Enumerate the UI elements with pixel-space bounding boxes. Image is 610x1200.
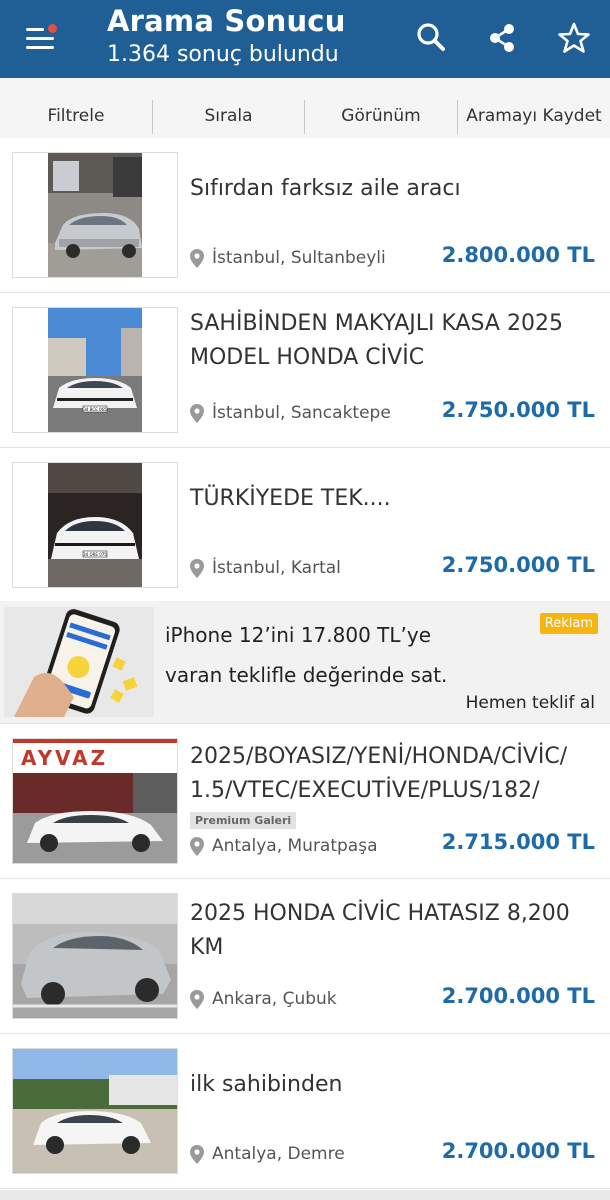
listing-location: Ankara, Çubuk: [190, 989, 337, 1009]
ad-badge: Reklam: [539, 613, 598, 634]
listing-thumbnail[interactable]: [12, 152, 178, 278]
listing-item[interactable]: 2025 HONDA CİVİC HATASIZ 8,200 KM Ankara…: [0, 879, 610, 1034]
listing-thumbnail[interactable]: [12, 1048, 178, 1174]
listing-title: 2025 HONDA CİVİC HATASIZ 8,200 KM: [190, 901, 570, 960]
share-button[interactable]: [482, 18, 522, 58]
location-pin-icon: [190, 558, 204, 578]
listing-location: İstanbul, Sancaktepe: [190, 403, 391, 423]
advertisement-banner[interactable]: iPhone 12’ini 17.800 TL’ye varan teklifl…: [0, 601, 610, 724]
listing-location: İstanbul, Sultanbeyli: [190, 248, 386, 268]
listing-item[interactable]: Sıfırdan farksız aile aracı İstanbul, Su…: [0, 138, 610, 293]
location-pin-icon: [190, 248, 204, 268]
list-bottom-edge: [0, 1190, 610, 1200]
sign-text: AYVAZ: [21, 746, 108, 770]
car-photo: [13, 1049, 177, 1173]
listing-title: ilk sahibinden: [190, 1072, 343, 1097]
location-text: Ankara, Çubuk: [212, 989, 337, 1009]
listing-price: 2.700.000 TL: [441, 1139, 595, 1163]
listing-item[interactable]: 34 ORE 075 TÜRKİYEDE TEK.... İstanbul, K…: [0, 448, 610, 603]
listing-thumbnail[interactable]: [12, 893, 178, 1019]
car-photo: [13, 894, 177, 1018]
menu-button[interactable]: [22, 20, 62, 56]
listing-title: Sıfırdan farksız aile aracı: [190, 176, 461, 201]
listing-price: 2.750.000 TL: [441, 553, 595, 577]
premium-badge: Premium Galeri: [190, 812, 297, 829]
location-text: Antalya, Demre: [212, 1144, 345, 1164]
listing-title: TÜRKİYEDE TEK....: [190, 486, 391, 511]
listing-price: 2.700.000 TL: [441, 984, 595, 1008]
car-photo: 34 ORE 075: [13, 463, 177, 587]
location-text: İstanbul, Sultanbeyli: [212, 248, 386, 268]
location-text: Antalya, Muratpaşa: [212, 836, 378, 856]
hamburger-line: [26, 37, 54, 40]
ad-image: [4, 607, 154, 717]
listing-thumbnail[interactable]: 34 BCE 065: [12, 307, 178, 433]
listing-price: 2.800.000 TL: [441, 243, 595, 267]
listing-item[interactable]: ilk sahibinden Antalya, Demre 2.700.000 …: [0, 1034, 610, 1189]
location-pin-icon: [190, 989, 204, 1009]
search-icon: [417, 23, 445, 51]
plate-text: 34 BCE 065: [83, 407, 107, 412]
listing-item[interactable]: 34 BCE 065 SAHİBİNDEN MAKYAJLI KASA 2025…: [0, 293, 610, 448]
listing-thumbnail[interactable]: AYVAZ: [12, 738, 178, 864]
listing-location: İstanbul, Kartal: [190, 558, 341, 578]
ad-description: varan teklifle değerinde sat.: [165, 663, 448, 687]
listing-title: 2025/BOYASIZ/YENİ/HONDA/CİVİC/ 1.5/VTEC/…: [190, 744, 568, 803]
listing-price: 2.750.000 TL: [441, 398, 595, 422]
app-bar: Arama Sonucu 1.364 sonuç bulundu: [0, 0, 610, 78]
car-photo: AYVAZ: [13, 739, 177, 863]
hamburger-menu-icon: [26, 28, 44, 31]
search-button[interactable]: [412, 18, 452, 58]
plate-text: 34 ORE 075: [83, 552, 107, 557]
car-photo: [13, 153, 177, 277]
location-text: İstanbul, Kartal: [212, 558, 341, 578]
star-icon: [558, 22, 590, 53]
ad-headline: iPhone 12’ini 17.800 TL’ye: [165, 623, 432, 647]
listing-title: SAHİBİNDEN MAKYAJLI KASA 2025 MODEL HOND…: [190, 311, 563, 370]
listing-price: 2.715.000 TL: [441, 830, 595, 854]
favorite-button[interactable]: [554, 18, 594, 58]
location-text: İstanbul, Sancaktepe: [212, 403, 391, 423]
car-photo: 34 BCE 065: [13, 308, 177, 432]
page-title: Arama Sonucu: [107, 4, 346, 38]
location-pin-icon: [190, 403, 204, 423]
share-icon: [490, 24, 514, 52]
location-pin-icon: [190, 1144, 204, 1164]
listing-location: Antalya, Muratpaşa: [190, 836, 378, 856]
ad-cta-link[interactable]: Hemen teklif al: [466, 693, 595, 713]
location-pin-icon: [190, 836, 204, 856]
listing-location: Antalya, Demre: [190, 1144, 345, 1164]
listing-item[interactable]: AYVAZ 2025/BOYASIZ/YENİ/HONDA/CİVİC/ 1.5…: [0, 724, 610, 879]
hamburger-line: [26, 46, 54, 49]
listing-thumbnail[interactable]: 34 ORE 075: [12, 462, 178, 588]
notification-dot: [48, 24, 57, 33]
result-count: 1.364 sonuç bulundu: [107, 42, 339, 67]
